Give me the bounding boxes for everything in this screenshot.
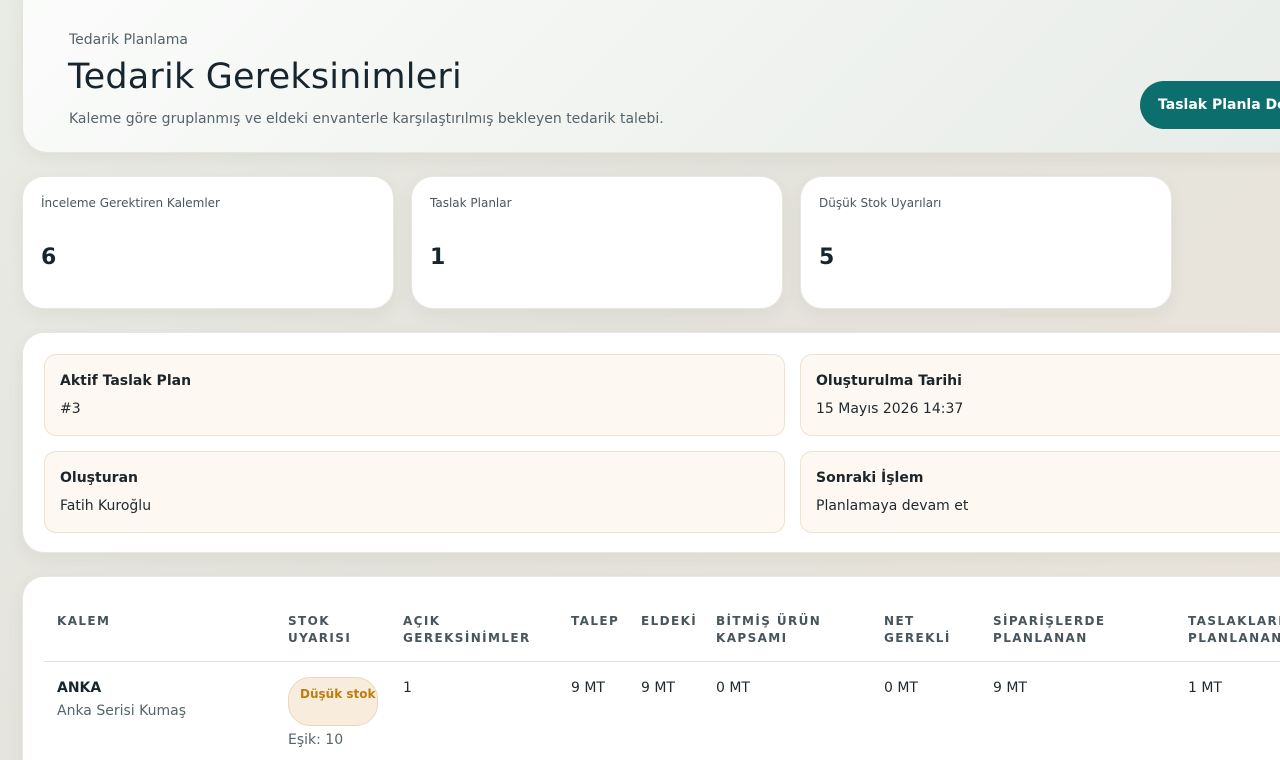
info-title: Oluşturulma Tarihi xyxy=(816,373,962,389)
column-header-stock-alert[interactable]: STOK UYARISI xyxy=(288,613,368,647)
planned-in-orders-cell: 9 MT xyxy=(993,680,1027,696)
stat-label: İnceleme Gerektiren Kalemler xyxy=(41,196,220,210)
requirements-table: KALEM STOK UYARISI AÇIK GEREKSİNİMLER TA… xyxy=(22,576,1280,760)
stat-value: 6 xyxy=(41,245,57,270)
table-divider xyxy=(44,661,1280,662)
info-value: #3 xyxy=(60,401,81,417)
info-title: Oluşturan xyxy=(60,470,138,486)
item-code[interactable]: ANKA xyxy=(57,680,101,696)
on-hand-cell: 9 MT xyxy=(641,680,675,696)
created-at-box: Oluşturulma Tarihi 15 Mayıs 2026 14:37 xyxy=(800,354,1280,436)
open-requirements-cell: 1 xyxy=(403,680,412,696)
page-subtitle: Kaleme göre gruplanmış ve eldeki envante… xyxy=(69,111,664,127)
stat-label: Düşük Stok Uyarıları xyxy=(819,196,942,210)
stock-threshold: Eşik: 10 xyxy=(288,732,344,748)
column-header-demand[interactable]: TALEP xyxy=(571,613,619,630)
stat-label: Taslak Planlar xyxy=(430,196,512,210)
column-header-planned-in-orders[interactable]: SİPARİŞLERDE PLANLANAN xyxy=(993,613,1123,647)
info-title: Sonraki İşlem xyxy=(816,470,924,486)
column-header-on-hand[interactable]: ELDEKİ xyxy=(641,613,697,630)
stat-card-items-to-review: İnceleme Gerektiren Kalemler 6 xyxy=(22,176,394,309)
demand-cell: 9 MT xyxy=(571,680,605,696)
next-step-box: Sonraki İşlem Planlamaya devam et xyxy=(800,451,1280,533)
active-plan-panel: Aktif Taslak Plan #3 Oluşturulma Tarihi … xyxy=(22,332,1280,553)
finished-coverage-cell: 0 MT xyxy=(716,680,750,696)
item-name: Anka Serisi Kumaş xyxy=(57,703,186,719)
planned-in-drafts-cell: 1 MT xyxy=(1188,680,1222,696)
info-value: Planlamaya devam et xyxy=(816,498,969,514)
column-header-planned-in-drafts[interactable]: TASLAKLARDA PLANLANAN xyxy=(1188,613,1280,647)
page-header: Tedarik Planlama Tedarik Gereksinimleri … xyxy=(22,0,1280,153)
stat-card-low-stock-alerts: Düşük Stok Uyarıları 5 xyxy=(800,176,1172,309)
info-value: 15 Mayıs 2026 14:37 xyxy=(816,401,964,417)
info-value: Fatih Kuroğlu xyxy=(60,498,152,514)
column-header-open-requirements[interactable]: AÇIK GEREKSİNİMLER xyxy=(403,613,543,647)
active-plan-box: Aktif Taslak Plan #3 xyxy=(44,354,785,436)
continue-draft-plan-button[interactable]: Taslak Planla Devam Et xyxy=(1140,81,1280,129)
column-header-net-required[interactable]: NET GEREKLİ xyxy=(884,613,964,647)
stat-value: 1 xyxy=(430,245,446,270)
low-stock-badge: Düşük stok xyxy=(288,677,378,726)
column-header-item[interactable]: KALEM xyxy=(57,613,110,630)
created-by-box: Oluşturan Fatih Kuroğlu xyxy=(44,451,785,533)
stat-value: 5 xyxy=(819,245,835,270)
page-title: Tedarik Gereksinimleri xyxy=(68,57,462,97)
column-header-finished-coverage[interactable]: BİTMİŞ ÜRÜN KAPSAMI xyxy=(716,613,846,647)
info-title: Aktif Taslak Plan xyxy=(60,373,192,389)
net-required-cell: 0 MT xyxy=(884,680,918,696)
breadcrumb: Tedarik Planlama xyxy=(69,32,188,48)
stat-card-draft-plans: Taslak Planlar 1 xyxy=(411,176,783,309)
